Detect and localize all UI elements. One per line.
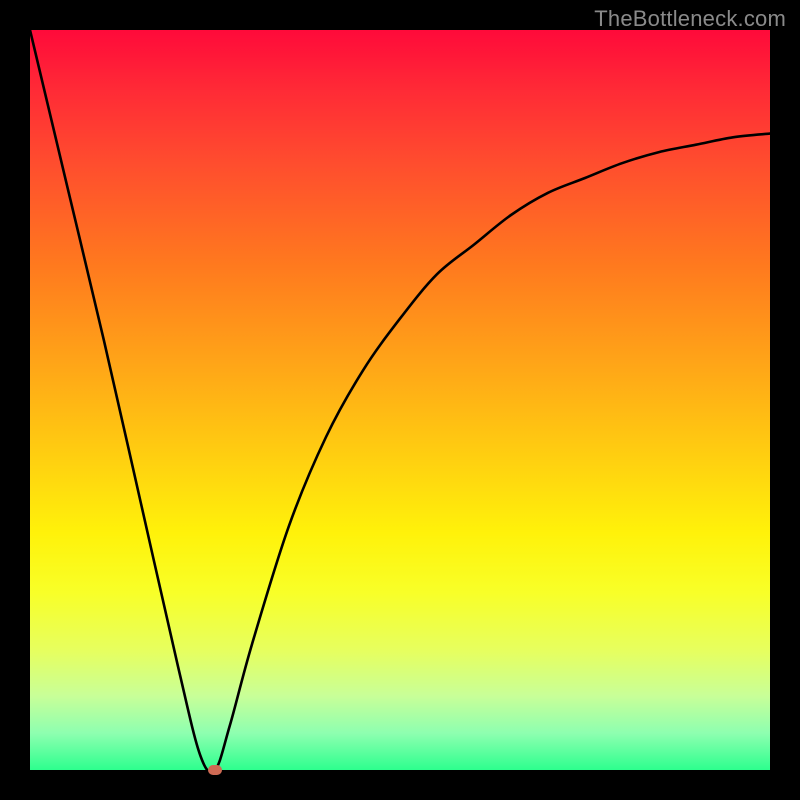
- plot-area: [30, 30, 770, 770]
- curve-path: [30, 30, 770, 770]
- chart-frame: TheBottleneck.com: [0, 0, 800, 800]
- min-marker: [208, 765, 222, 775]
- watermark-text: TheBottleneck.com: [594, 6, 786, 32]
- bottleneck-curve: [30, 30, 770, 770]
